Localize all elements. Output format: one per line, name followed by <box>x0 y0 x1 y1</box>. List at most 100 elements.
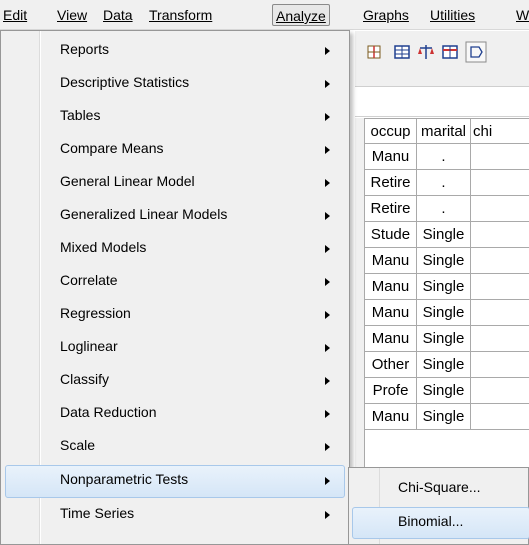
grid-cell[interactable]: . <box>417 196 471 222</box>
grid-cell[interactable]: . <box>417 170 471 196</box>
menu-item-regression[interactable]: Regression <box>5 299 345 332</box>
column-header-marital[interactable]: marital <box>417 118 471 144</box>
menu-item-scale[interactable]: Scale <box>5 431 345 464</box>
grid-cell[interactable]: Single <box>417 248 471 274</box>
submenu-arrow-icon <box>325 377 330 385</box>
grid-cell[interactable] <box>471 222 529 248</box>
column-header-chi[interactable]: chi <box>471 118 529 144</box>
grid-cell[interactable]: Retire <box>365 170 417 196</box>
menu-transform[interactable]: Transform <box>146 4 215 26</box>
menu-item-compare-means[interactable]: Compare Means <box>5 134 345 167</box>
grid-cell[interactable]: Profe <box>365 378 417 404</box>
menu-item-descriptive-statistics[interactable]: Descriptive Statistics <box>5 68 345 101</box>
menu-item-label: Correlate <box>60 272 118 288</box>
submenu-arrow-icon <box>325 311 330 319</box>
menu-item-label: Scale <box>60 437 96 453</box>
grid-cell[interactable]: Manu <box>365 326 417 352</box>
menu-item-label: Regression <box>60 305 131 321</box>
menu-item-generalized-linear-models[interactable]: Generalized Linear Models <box>5 200 345 233</box>
grid-cell[interactable] <box>471 274 529 300</box>
menu-item-general-linear-model[interactable]: General Linear Model <box>5 167 345 200</box>
menu-item-correlate[interactable]: Correlate <box>5 266 345 299</box>
grid-cell[interactable] <box>471 170 529 196</box>
submenu-arrow-icon <box>325 278 330 286</box>
grid-cell[interactable] <box>471 144 529 170</box>
grid-cell[interactable] <box>471 378 529 404</box>
grid-cell[interactable] <box>471 352 529 378</box>
grid-cell[interactable]: Single <box>417 300 471 326</box>
grid-cell[interactable]: Single <box>417 222 471 248</box>
grid-cell[interactable]: Single <box>417 404 471 430</box>
grid-cell[interactable]: Manu <box>365 300 417 326</box>
submenu-arrow-icon <box>325 511 330 519</box>
grid-cell[interactable] <box>471 404 529 430</box>
menu-view[interactable]: View <box>54 4 90 26</box>
grid-cell[interactable]: Single <box>417 378 471 404</box>
grid-cell[interactable]: . <box>417 144 471 170</box>
menu-data[interactable]: Data <box>100 4 136 26</box>
menu-item-label: Reports <box>60 41 110 57</box>
submenu-arrow-icon <box>325 443 330 451</box>
split-file-icon[interactable] <box>393 43 411 61</box>
menu-item-time-series[interactable]: Time Series <box>5 499 345 532</box>
cell-editor-bar[interactable] <box>355 87 529 117</box>
menu-item-mixed-models[interactable]: Mixed Models <box>5 233 345 266</box>
insert-variable-icon[interactable] <box>365 43 383 61</box>
select-cases-icon[interactable] <box>441 43 459 61</box>
grid-cell[interactable] <box>471 248 529 274</box>
submenu-arrow-icon <box>325 212 330 220</box>
menu-item-label: Nonparametric Tests <box>60 471 189 487</box>
menu-bar: Edit View Data Transform Analyze Graphs … <box>0 0 529 30</box>
submenu-arrow-icon <box>325 245 330 253</box>
menu-edit[interactable]: Edit <box>0 4 30 26</box>
submenu-arrow-icon <box>325 80 330 88</box>
menu-item-label: Data Reduction <box>60 404 157 420</box>
menu-item-label: Loglinear <box>60 338 118 354</box>
menu-analyze[interactable]: Analyze <box>272 4 330 26</box>
menu-item-label: Descriptive Statistics <box>60 74 190 90</box>
submenu-arrow-icon <box>325 146 330 154</box>
menu-item-label: General Linear Model <box>60 173 195 189</box>
grid-cell[interactable]: Stude <box>365 222 417 248</box>
menu-item-tables[interactable]: Tables <box>5 101 345 134</box>
grid-cell[interactable]: Manu <box>365 248 417 274</box>
menu-item-label: Compare Means <box>60 140 164 156</box>
grid-cell[interactable]: Retire <box>365 196 417 222</box>
menu-item-label: Time Series <box>60 505 135 521</box>
menu-item-reports[interactable]: Reports <box>5 35 345 68</box>
menu-item-label: Generalized Linear Models <box>60 206 228 222</box>
submenu-item-label: Chi-Square... <box>398 479 481 495</box>
weight-cases-icon[interactable] <box>417 43 435 61</box>
submenu-arrow-icon <box>325 179 330 187</box>
menu-item-classify[interactable]: Classify <box>5 365 345 398</box>
grid-row-header-edge <box>355 118 365 478</box>
value-labels-icon[interactable] <box>465 41 487 63</box>
submenu-arrow-icon <box>325 477 330 485</box>
submenu-item-binomial[interactable]: Binomial... <box>352 507 529 539</box>
column-header-occup[interactable]: occup <box>365 118 417 144</box>
grid-cell[interactable]: Other <box>365 352 417 378</box>
submenu-arrow-icon <box>325 344 330 352</box>
grid-cell[interactable]: Single <box>417 352 471 378</box>
menu-item-label: Classify <box>60 371 110 387</box>
menu-graphs[interactable]: Graphs <box>360 4 412 26</box>
grid-cell[interactable] <box>471 196 529 222</box>
grid-cell[interactable]: Manu <box>365 274 417 300</box>
nonparametric-tests-submenu: Chi-Square... Binomial... <box>348 467 529 545</box>
submenu-arrow-icon <box>325 410 330 418</box>
menu-item-nonparametric-tests[interactable]: Nonparametric Tests <box>5 465 345 498</box>
menu-utilities[interactable]: Utilities <box>427 4 478 26</box>
submenu-item-chi-square[interactable]: Chi-Square... <box>352 473 529 505</box>
menu-item-data-reduction[interactable]: Data Reduction <box>5 398 345 431</box>
grid-cell[interactable]: Single <box>417 274 471 300</box>
grid-cell[interactable]: Manu <box>365 144 417 170</box>
grid-cell[interactable]: Manu <box>365 404 417 430</box>
submenu-item-label: Binomial... <box>398 513 464 529</box>
grid-cell[interactable] <box>471 326 529 352</box>
grid-cell[interactable]: Single <box>417 326 471 352</box>
menu-item-loglinear[interactable]: Loglinear <box>5 332 345 365</box>
grid-cell[interactable] <box>471 300 529 326</box>
toolbar <box>355 31 529 87</box>
menu-window[interactable]: W <box>513 4 529 26</box>
analyze-menu: Reports Descriptive Statistics Tables Co… <box>0 30 350 545</box>
